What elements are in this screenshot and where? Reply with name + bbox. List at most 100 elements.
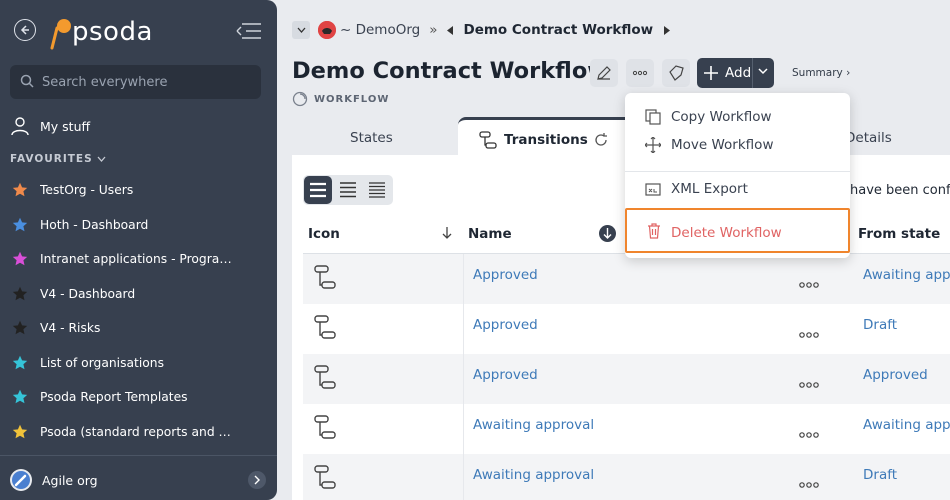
view-compact-button[interactable] (334, 176, 362, 204)
favourites-header[interactable]: FAVOURITES (10, 153, 106, 165)
star-icon (12, 321, 28, 335)
menu-divider (625, 171, 850, 172)
sidebar-favourite-label: Intranet applications - Programme... (40, 252, 240, 267)
pencil-icon (597, 66, 611, 80)
page-title: Demo Contract Workflow (292, 58, 609, 84)
table-row: Approved Approved (303, 354, 950, 404)
org-icon (10, 469, 32, 491)
org-switcher[interactable]: Agile org (10, 468, 98, 492)
sidebar-favourite-item[interactable]: V4 - Dashboard (0, 277, 277, 312)
chevron-down-icon (297, 27, 305, 33)
view-dense-button[interactable] (363, 176, 391, 204)
column-header-name[interactable]: Name (468, 226, 512, 242)
trash-icon (648, 223, 660, 239)
sidebar-favourite-item[interactable]: Psoda Report Templates (0, 380, 277, 415)
chevron-right-icon[interactable] (248, 471, 266, 489)
row-actions-icon[interactable] (799, 474, 819, 493)
sidebar-favourite-item[interactable]: Intranet applications - Programme... (0, 242, 277, 277)
breadcrumb-org[interactable]: ~ DemoOrg (318, 21, 420, 39)
chevron-down-icon[interactable] (758, 68, 768, 75)
sort-active-icon[interactable] (599, 225, 616, 242)
star-icon (12, 355, 28, 370)
star-icon (12, 390, 28, 404)
summary-link[interactable]: Summary › (792, 67, 850, 79)
transition-name-link[interactable]: Awaiting approval (473, 417, 594, 433)
row-actions-icon[interactable] (799, 374, 819, 393)
table-row: Approved Awaiting appro (303, 254, 950, 304)
plus-icon (704, 66, 718, 80)
view-list-button[interactable] (304, 176, 332, 204)
copy-workflow-label: Copy Workflow (671, 109, 772, 125)
tag-button[interactable] (662, 59, 690, 87)
move-workflow-item[interactable]: Move Workflow (625, 132, 850, 158)
search-box[interactable] (10, 65, 261, 99)
sidebar-favourite-item[interactable]: TestOrg - Users (0, 173, 277, 208)
star-icon (12, 286, 28, 301)
type-label: WORKFLOW (292, 91, 389, 107)
from-state-link[interactable]: Draft (863, 317, 897, 333)
transition-icon (479, 131, 497, 149)
row-actions-icon[interactable] (799, 324, 819, 343)
from-state-link[interactable]: Awaiting appro (863, 417, 950, 433)
tab-states[interactable]: States (350, 130, 393, 156)
column-divider (463, 254, 464, 304)
transition-icon (313, 264, 337, 294)
breadcrumb-org-label: ~ DemoOrg (340, 22, 421, 38)
add-label: Add (725, 65, 752, 81)
prev-arrow-icon[interactable] (446, 25, 454, 35)
breadcrumb-current: Demo Contract Workflow (463, 22, 654, 38)
sort-arrow-icon[interactable] (442, 227, 452, 239)
sidebar-favourite-item[interactable]: Psoda (standard reports and work... (0, 415, 277, 450)
breadcrumb-dropdown[interactable] (292, 21, 310, 39)
table-row: Approved Draft (303, 304, 950, 354)
ellipsis-icon (632, 70, 648, 76)
xml-export-item[interactable]: XML Export (625, 176, 850, 202)
sidebar: psoda My stuff FAVOURITES TestOrg - User… (0, 0, 277, 500)
sidebar-favourite-item[interactable]: Hoth - Dashboard (0, 208, 277, 243)
logo-text: psoda (72, 17, 153, 47)
collapse-sidebar-icon[interactable] (236, 22, 262, 44)
column-header-icon[interactable]: Icon (308, 226, 340, 242)
next-arrow-icon[interactable] (663, 25, 671, 35)
psoda-logo[interactable]: psoda (50, 14, 153, 50)
refresh-icon[interactable] (594, 133, 608, 147)
star-icon (12, 424, 28, 439)
copy-workflow-item[interactable]: Copy Workflow (625, 104, 850, 130)
tab-details[interactable]: Details (845, 130, 892, 156)
copy-icon (645, 109, 661, 125)
search-input[interactable] (42, 65, 252, 99)
org-logo-icon (318, 21, 336, 39)
sidebar-favourite-label: V4 - Dashboard (40, 286, 136, 301)
my-stuff-link[interactable]: My stuff (10, 114, 90, 138)
add-button[interactable]: Add (697, 58, 774, 88)
row-actions-icon[interactable] (799, 274, 819, 293)
sidebar-favourite-item[interactable]: V4 - Risks (0, 311, 277, 346)
sidebar-favourite-label: Psoda Report Templates (40, 390, 188, 405)
column-header-from-state[interactable]: From state (858, 226, 940, 242)
back-icon[interactable] (14, 19, 36, 41)
transition-name-link[interactable]: Awaiting approval (473, 467, 594, 483)
delete-workflow-item[interactable]: Delete Workflow (625, 208, 850, 253)
column-divider (463, 454, 464, 500)
transition-name-link[interactable]: Approved (473, 367, 538, 383)
tag-icon (669, 65, 684, 81)
transition-icon (313, 414, 337, 444)
row-actions-icon[interactable] (799, 424, 819, 443)
sidebar-favourite-label: List of organisations (40, 355, 164, 370)
from-state-link[interactable]: Draft (863, 467, 897, 483)
org-label: Agile org (42, 472, 98, 488)
more-options-button[interactable] (626, 59, 654, 87)
type-text: WORKFLOW (314, 93, 390, 105)
transition-name-link[interactable]: Approved (473, 317, 538, 333)
search-icon (20, 74, 34, 88)
edit-button[interactable] (590, 59, 618, 87)
sidebar-favourite-label: TestOrg - Users (40, 183, 134, 198)
my-stuff-label: My stuff (40, 118, 91, 134)
from-state-link[interactable]: Awaiting appro (863, 267, 950, 283)
from-state-link[interactable]: Approved (863, 367, 928, 383)
transition-icon (313, 314, 337, 344)
sidebar-favourite-item[interactable]: List of organisations (0, 346, 277, 381)
transition-name-link[interactable]: Approved (473, 267, 538, 283)
workflow-icon (292, 91, 308, 107)
table-row: Awaiting approval Awaiting appro (303, 404, 950, 454)
